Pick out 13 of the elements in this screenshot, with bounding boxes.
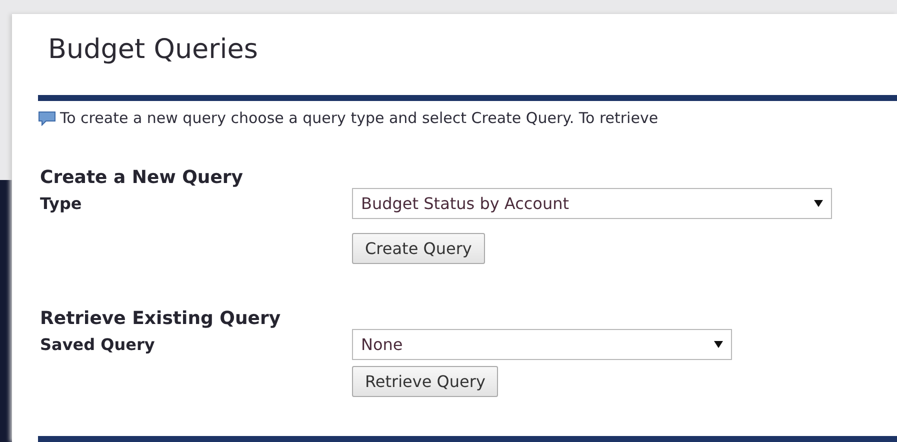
section-heading: Create a New Query [40,167,244,188]
speech-bubble-icon [38,110,56,126]
dropdown[interactable]: Budget Status by Account [352,188,832,219]
caret-icon [714,341,723,348]
query-button[interactable]: Retrieve Query [352,366,498,397]
page-title: Budget Queries [48,34,259,67]
caret-icon [814,200,823,207]
field-label: Type [40,193,83,215]
query-button[interactable]: Create Query [352,233,485,264]
section-heading: Retrieve Existing Query [40,308,282,329]
instruction-text: To create a new query choose a query type and select Create Query. To retrieve [60,109,658,127]
dropdown[interactable]: None [352,329,732,360]
field-label: Saved Query [40,334,156,356]
